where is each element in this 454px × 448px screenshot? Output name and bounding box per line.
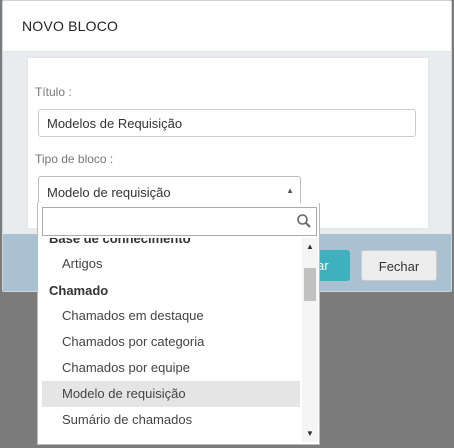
scrollbar-thumb[interactable] <box>304 268 316 301</box>
title-label: Título : <box>35 85 72 99</box>
block-type-select[interactable]: Modelo de requisição ▲ <box>38 176 301 206</box>
caret-up-icon: ▲ <box>286 186 294 195</box>
modal-header: NOVO BLOCO <box>3 1 451 52</box>
dropdown-options-list: Base de conhecimento Artigos Chamado Cha… <box>38 238 300 443</box>
dropdown-group-label: Chamado <box>49 283 109 298</box>
scroll-down-icon[interactable]: ▼ <box>306 429 314 438</box>
dropdown-search-input[interactable] <box>42 207 317 236</box>
dropdown-option[interactable]: Sumário de chamados <box>42 407 300 433</box>
modal-title: NOVO BLOCO <box>22 18 119 34</box>
scroll-up-icon[interactable]: ▲ <box>306 242 314 251</box>
block-type-dropdown: Base de conhecimento Artigos Chamado Cha… <box>37 203 320 445</box>
dropdown-group-label-partial: Base de conhecimento <box>49 238 191 246</box>
dropdown-option[interactable]: Artigos <box>42 251 300 277</box>
title-input[interactable] <box>38 109 416 137</box>
dropdown-option-selected[interactable]: Modelo de requisição <box>42 381 300 407</box>
block-type-selected-value: Modelo de requisição <box>47 185 171 200</box>
dropdown-option[interactable]: Chamados por equipe <box>42 355 300 381</box>
dropdown-scrollbar[interactable]: ▲ ▼ <box>302 238 318 442</box>
dropdown-option[interactable]: Chamados por categoria <box>42 329 300 355</box>
close-button[interactable]: Fechar <box>361 250 437 281</box>
search-icon <box>297 214 311 228</box>
block-type-label: Tipo de bloco : <box>35 152 114 166</box>
dropdown-option[interactable]: Chamados em destaque <box>42 303 300 329</box>
